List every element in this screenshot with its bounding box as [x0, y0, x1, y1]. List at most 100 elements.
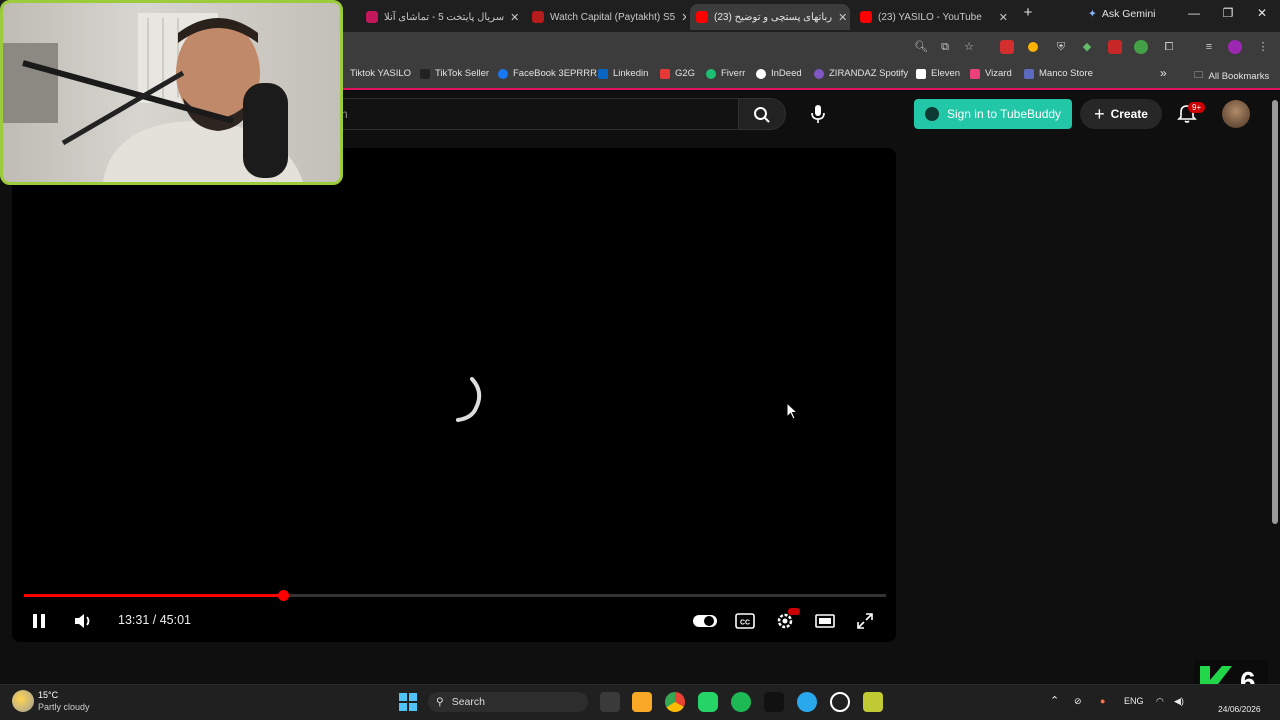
bookmark-eleven[interactable]: Eleven [916, 68, 960, 79]
search-input[interactable]: h [330, 98, 738, 130]
tab-label: (23) YASILO - YouTube [878, 11, 982, 23]
close-icon[interactable]: ✕ [675, 11, 686, 24]
task-view-icon[interactable] [600, 692, 620, 712]
info-icon [756, 68, 766, 79]
taskbar-date[interactable]: 24/06/2026 [1218, 704, 1261, 714]
scrollbar-thumb[interactable] [1272, 100, 1278, 524]
close-icon[interactable]: ✕ [504, 11, 519, 24]
close-icon[interactable]: ✕ [993, 11, 1008, 24]
speaker-icon[interactable]: ◀) [1174, 696, 1184, 707]
tab-youtube-active[interactable]: (23) رباتهای پستچی و توضیح ✕ [690, 4, 850, 30]
weather-icon[interactable] [12, 690, 34, 712]
bookmark-fiverr[interactable]: Fiverr [706, 68, 745, 79]
puzzle-extensions-icon[interactable]: ⧠ [1162, 40, 1176, 54]
voice-search-button[interactable] [802, 98, 834, 130]
weather-desc[interactable]: Partly cloudy [38, 702, 90, 712]
bookmark-linkedin[interactable]: Linkedin [598, 68, 648, 79]
cc-icon: CC [735, 613, 755, 629]
facebook-icon [498, 68, 508, 79]
language-indicator[interactable]: ENG [1124, 696, 1144, 706]
tab-watch-capital[interactable]: Watch Capital (Paytakht) S5 ✕ [526, 4, 686, 30]
bookmark-star-icon[interactable]: ☆ [962, 40, 976, 54]
captions-button[interactable]: CC [734, 610, 756, 632]
menu-kebab-icon[interactable]: ⋮ [1256, 40, 1270, 54]
search-button[interactable] [738, 98, 786, 130]
tab-favicon-icon [532, 11, 544, 23]
extension-icon[interactable] [1000, 40, 1014, 54]
all-bookmarks-button[interactable]: 🗀 All Bookmarks [1194, 68, 1269, 84]
capcut-icon[interactable] [764, 692, 784, 712]
pause-icon [33, 614, 45, 628]
vizard-icon [970, 68, 980, 79]
bookmark-g2g[interactable]: G2G [660, 68, 695, 79]
youtube-favicon-icon [860, 11, 872, 23]
settings-button[interactable] [774, 608, 800, 632]
microphone-tray-icon[interactable]: ● [1100, 696, 1105, 706]
weather-temp[interactable]: 15°C [38, 690, 58, 700]
more-bookmarks-chevron-icon[interactable]: » [1160, 66, 1167, 80]
tab-label: (23) رباتهای پستچی و توضیح [714, 11, 833, 23]
fiverr-icon [706, 68, 716, 79]
extension-icon[interactable] [1134, 40, 1148, 54]
folder-icon: 🗀 [1194, 70, 1204, 81]
time-display: 13:31 / 45:01 [118, 613, 191, 627]
tubebuddy-signin-button[interactable]: Sign in to TubeBuddy [914, 99, 1072, 129]
chatgpt-icon[interactable] [830, 692, 850, 712]
youtube-favicon-icon [696, 11, 708, 23]
taskbar-search-box[interactable]: ⚲ Search [428, 692, 588, 712]
fullscreen-icon [857, 613, 873, 629]
windows-logo-icon [399, 693, 417, 711]
minimize-button[interactable]: — [1184, 6, 1204, 20]
file-explorer-icon[interactable] [632, 692, 652, 712]
bookmark-vizard[interactable]: Vizard [970, 68, 1012, 79]
window-close-button[interactable]: ✕ [1252, 6, 1272, 20]
shield-extension-icon[interactable]: ⛨ [1054, 40, 1068, 54]
autoplay-toggle-icon [693, 615, 717, 627]
extension-icon[interactable]: ◆ [1080, 40, 1094, 54]
bookmark-zirandaz-spotify[interactable]: ZIRANDAZ Spotify [814, 68, 908, 79]
cast-icon[interactable]: ⧉ [938, 40, 952, 54]
tubebuddy-label: Sign in to TubeBuddy [946, 107, 1062, 121]
bookmark-tiktok-seller[interactable]: TikTok Seller [420, 68, 489, 79]
windows-start-button[interactable] [398, 692, 418, 712]
tiktok-icon [420, 68, 430, 79]
theater-mode-button[interactable] [814, 610, 836, 632]
bookmark-facebook[interactable]: FaceBook 3EPRRR [498, 68, 597, 79]
webcam-overlay [0, 0, 343, 185]
ask-gemini-button[interactable]: ✦ Ask Gemini [1088, 8, 1156, 20]
tab-yasilo-youtube[interactable]: (23) YASILO - YouTube ✕ [854, 4, 1014, 30]
chrome-icon[interactable] [665, 692, 685, 712]
volume-button[interactable] [72, 610, 94, 632]
network-off-icon[interactable]: ⊘ [1074, 696, 1082, 707]
media-control-icon[interactable]: ≡ [1202, 40, 1216, 54]
bookmark-manco-store[interactable]: Manco Store [1024, 68, 1093, 79]
bookmark-tiktok-yasilo[interactable]: Tiktok YASILO [350, 68, 411, 79]
whatsapp-icon[interactable] [698, 692, 718, 712]
autoplay-toggle[interactable] [692, 610, 718, 632]
progress-scrubber-handle[interactable] [277, 590, 289, 601]
notes-app-icon[interactable] [863, 692, 883, 712]
extension-icon[interactable] [1028, 42, 1038, 52]
ask-gemini-label: Ask Gemini [1101, 8, 1156, 20]
tubebuddy-logo-icon [924, 107, 939, 121]
new-tab-button[interactable]: + [1018, 4, 1038, 21]
create-button[interactable]: + Create [1080, 99, 1162, 129]
profile-icon[interactable] [1228, 40, 1242, 54]
taskbar-search-label: Search [451, 696, 485, 708]
spotify-icon[interactable] [731, 692, 751, 712]
wifi-icon[interactable]: ◠ [1156, 696, 1164, 707]
avatar[interactable] [1222, 100, 1250, 128]
bookmark-indeed[interactable]: InDeed [756, 68, 802, 79]
pause-button[interactable] [28, 610, 50, 632]
tab-favicon-icon [366, 11, 378, 23]
telegram-icon[interactable] [797, 692, 817, 712]
microphone-icon [811, 105, 825, 123]
create-label: Create [1110, 107, 1148, 121]
tab-paytakht-fa[interactable]: سریال پایتخت 5 - تماشای آنلا ✕ [360, 4, 520, 30]
tray-overflow-chevron-icon[interactable]: ⌃ [1050, 694, 1059, 707]
close-icon[interactable]: ✕ [832, 11, 847, 24]
zoom-icon[interactable]: 🔍︎ [914, 40, 928, 54]
restore-button[interactable]: ❐ [1218, 6, 1238, 20]
extension-icon[interactable] [1108, 40, 1122, 54]
fullscreen-button[interactable] [854, 610, 876, 632]
